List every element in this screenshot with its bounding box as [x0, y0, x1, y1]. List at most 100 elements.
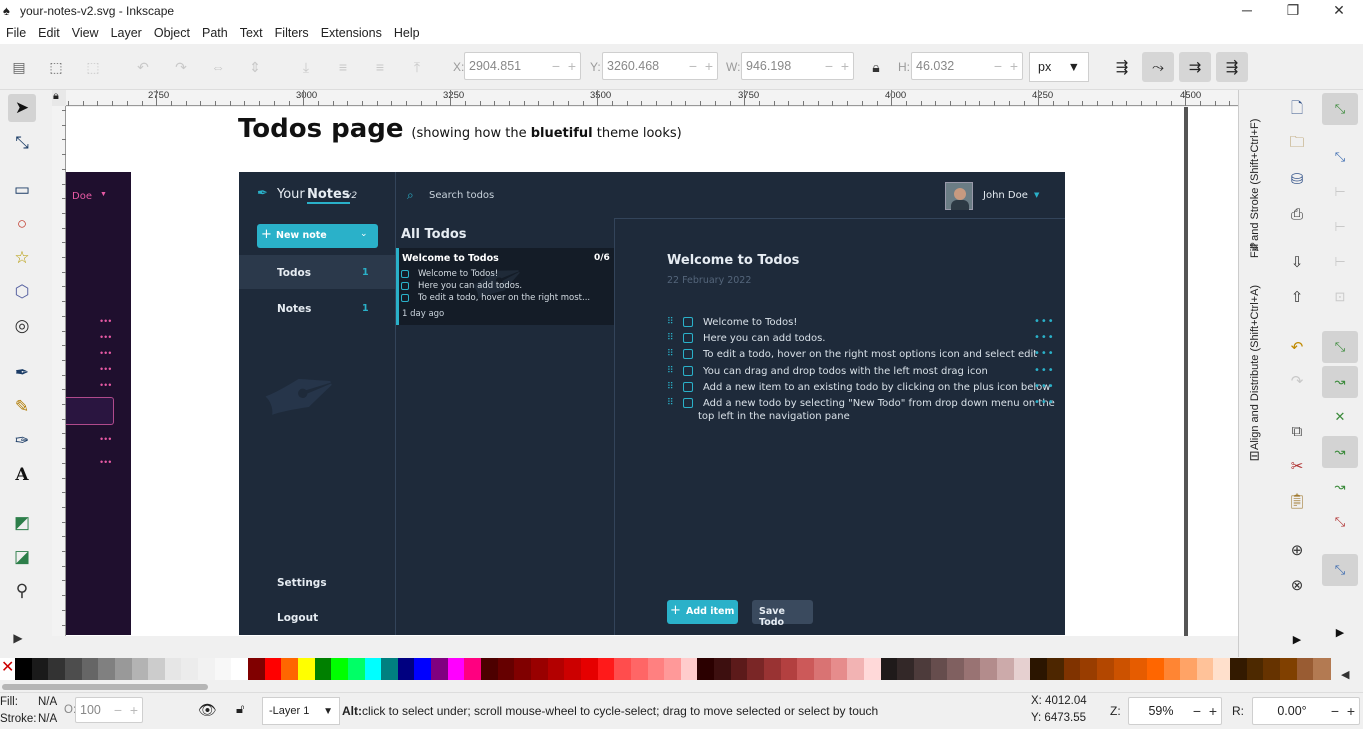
color-swatch[interactable]	[664, 658, 682, 680]
color-swatch[interactable]	[764, 658, 782, 680]
color-swatch[interactable]	[1213, 658, 1231, 680]
color-swatch[interactable]	[48, 658, 66, 680]
h-value[interactable]: 46.032	[912, 59, 990, 73]
y-increment[interactable]: +	[701, 58, 717, 74]
rotation-field[interactable]: 0.00° − +	[1252, 697, 1360, 725]
more-options-icon[interactable]: •••	[1034, 397, 1055, 408]
todo-item[interactable]: ⠿ Here you can add todos.	[667, 331, 826, 345]
rotate-ccw[interactable]: −	[1327, 703, 1343, 719]
pencil-tool-icon[interactable]: ✎	[8, 393, 36, 421]
color-swatch[interactable]	[1146, 658, 1165, 680]
color-swatch[interactable]	[1013, 658, 1032, 680]
color-swatch[interactable]	[597, 658, 616, 680]
rotation-value[interactable]: 0.00°	[1253, 704, 1327, 718]
checkbox[interactable]	[683, 349, 693, 359]
opacity-value[interactable]: 100	[76, 703, 110, 717]
align-distribute-tab[interactable]: Align and Distribute (Shift+Ctrl+A)	[1249, 285, 1261, 450]
todo-item[interactable]: ⠿ Add a new todo by selecting "New Todo" …	[667, 396, 1055, 410]
redo-icon[interactable]: ↷	[1282, 368, 1312, 394]
more-snap-icon[interactable]: ▶	[1322, 616, 1358, 648]
color-swatch[interactable]	[15, 658, 33, 680]
import-icon[interactable]: ⇩	[1282, 249, 1312, 275]
color-swatch[interactable]	[963, 658, 982, 680]
x-decrement[interactable]: −	[548, 58, 564, 74]
color-swatch[interactable]	[64, 658, 83, 680]
menu-object[interactable]: Object	[148, 22, 196, 44]
opacity-increment[interactable]: +	[126, 702, 142, 718]
palette-menu-icon[interactable]: ◀	[1341, 668, 1349, 681]
color-swatch[interactable]	[680, 658, 699, 680]
todo-item[interactable]: ⠿ You can drag and drop todos with the le…	[667, 364, 988, 378]
rotate-ccw-icon[interactable]: ↶	[132, 56, 154, 78]
add-item-button[interactable]: + Add item	[667, 600, 738, 624]
color-swatch[interactable]	[314, 658, 333, 680]
color-swatch[interactable]	[1163, 658, 1182, 680]
color-swatch[interactable]	[98, 658, 116, 680]
transform-patterns-icon[interactable]: ⇶	[1216, 52, 1248, 82]
color-swatch[interactable]	[1130, 658, 1148, 680]
w-increment[interactable]: +	[837, 58, 853, 74]
lock-ratio-icon[interactable]: 🔒︎	[865, 56, 887, 78]
checkbox[interactable]	[683, 382, 693, 392]
y-value[interactable]: 3260.468	[603, 59, 685, 73]
drag-handle-icon[interactable]: ⠿	[667, 317, 683, 327]
color-swatch[interactable]	[863, 658, 882, 680]
node-tool-icon[interactable]: ⤡	[8, 129, 36, 157]
menu-path[interactable]: Path	[196, 22, 234, 44]
save-icon[interactable]: ⛁	[1282, 166, 1312, 192]
copy-icon[interactable]: ⧉	[1282, 418, 1312, 444]
color-swatch[interactable]	[264, 658, 283, 680]
raise-icon[interactable]: ≡	[369, 56, 391, 78]
color-swatch[interactable]	[447, 658, 466, 680]
color-swatch[interactable]	[164, 658, 183, 680]
color-swatch[interactable]	[1230, 658, 1248, 680]
more-commands-icon[interactable]: ▶	[1282, 626, 1312, 652]
pen-tool-icon[interactable]: ✒	[8, 359, 36, 387]
canvas[interactable]: Doe ▼ ••• ••• ••• ••• ••• ••• ••• Todos …	[66, 107, 1238, 636]
unit-select[interactable]: px ▼	[1029, 52, 1089, 82]
color-swatch[interactable]	[464, 658, 482, 680]
more-options-icon[interactable]: •••	[1034, 332, 1055, 343]
color-swatch[interactable]	[580, 658, 599, 680]
color-swatch[interactable]	[880, 658, 899, 680]
gradient-tool-icon[interactable]: ◩	[8, 509, 36, 537]
color-swatch[interactable]	[531, 658, 549, 680]
minimize-button[interactable]: ─	[1224, 0, 1270, 22]
lower-icon[interactable]: ≡	[332, 56, 354, 78]
new-note-button[interactable]: + New note ⌄	[257, 224, 378, 248]
color-swatch[interactable]	[414, 658, 432, 680]
vertical-ruler[interactable]	[52, 106, 66, 636]
color-swatch[interactable]	[564, 658, 582, 680]
user-name[interactable]: John Doe	[983, 190, 1028, 201]
lock-guides-icon[interactable]: 🔒︎	[53, 90, 59, 103]
new-document-icon[interactable]: 🗋︎	[1282, 97, 1312, 123]
x-increment[interactable]: +	[564, 58, 580, 74]
color-swatch[interactable]	[297, 658, 316, 680]
layer-select[interactable]: -Layer 1 ▼	[262, 697, 340, 725]
menu-layer[interactable]: Layer	[105, 22, 148, 44]
color-swatch[interactable]	[930, 658, 948, 680]
no-paint-swatch[interactable]: ✕	[0, 658, 15, 680]
color-swatch[interactable]	[647, 658, 666, 680]
checkbox[interactable]	[683, 398, 693, 408]
raise-to-top-icon[interactable]: ⤒	[406, 56, 428, 78]
snap-page-icon[interactable]: ⤡	[1322, 554, 1358, 586]
snap-bbox-midpoint-icon[interactable]: ⊢	[1322, 246, 1358, 278]
color-swatch[interactable]	[514, 658, 532, 680]
zoom-field[interactable]: 59% − +	[1128, 697, 1222, 725]
color-swatch[interactable]	[431, 658, 449, 680]
undo-icon[interactable]: ↶	[1282, 334, 1312, 360]
3d-box-tool-icon[interactable]: ⬡	[8, 278, 36, 306]
color-swatch[interactable]	[481, 658, 499, 680]
w-decrement[interactable]: −	[821, 58, 837, 74]
drag-handle-icon[interactable]: ⠿	[667, 366, 683, 376]
print-icon[interactable]: ⎙	[1282, 201, 1312, 227]
align-icon[interactable]: ⊟	[1249, 448, 1260, 464]
color-swatch[interactable]	[1263, 658, 1281, 680]
color-swatch[interactable]	[181, 658, 199, 680]
color-swatch[interactable]	[830, 658, 849, 680]
avatar[interactable]	[945, 182, 973, 210]
fill-stroke-icon[interactable]: ✎	[1249, 240, 1260, 256]
zoom-selection-icon[interactable]: ⊕	[1282, 537, 1312, 563]
more-options-icon[interactable]: •••	[1034, 381, 1055, 392]
